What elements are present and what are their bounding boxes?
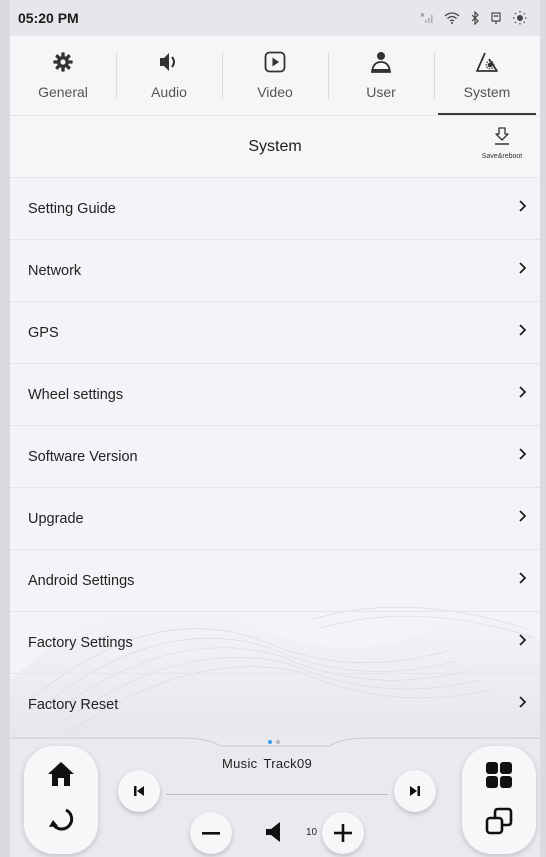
menu-item-label: Software Version: [28, 448, 138, 465]
tab-label: General: [38, 84, 88, 100]
previous-track-button[interactable]: [118, 770, 160, 812]
tab-label: Video: [257, 84, 293, 100]
status-time: 05:20 PM: [18, 10, 79, 26]
chevron-right-icon: [518, 447, 528, 466]
menu-item-network[interactable]: Network: [10, 240, 540, 302]
menu-item-label: Factory Reset: [28, 696, 119, 713]
now-playing: Music Track09: [222, 756, 318, 771]
volume-level: 10: [306, 827, 318, 838]
play-icon: [264, 51, 286, 78]
bottom-dock: Music Track09 10: [10, 736, 540, 857]
menu-item-label: Factory Settings: [28, 634, 133, 651]
usb-icon: [490, 11, 502, 25]
volume-icon: [264, 821, 284, 848]
user-icon: [370, 51, 392, 78]
track-progress-bar[interactable]: [166, 794, 388, 795]
status-icons: ×: [420, 10, 528, 26]
next-track-button[interactable]: [394, 770, 436, 812]
menu-item-gps[interactable]: GPS: [10, 302, 540, 364]
section-header: System Save&reboot: [10, 116, 540, 178]
system-menu-list: Setting Guide Network GPS Wheel settings…: [10, 178, 540, 736]
multitask-icon[interactable]: [484, 806, 514, 841]
tab-general[interactable]: General: [10, 36, 116, 115]
apps-grid-icon[interactable]: [484, 760, 514, 795]
chevron-right-icon: [518, 695, 528, 714]
page-indicator: [268, 740, 280, 744]
menu-item-upgrade[interactable]: Upgrade: [10, 488, 540, 550]
menu-item-label: Setting Guide: [28, 200, 116, 217]
chevron-right-icon: [518, 509, 528, 528]
menu-item-factory-reset[interactable]: Factory Reset: [10, 674, 540, 736]
menu-item-label: Android Settings: [28, 572, 135, 589]
chevron-right-icon: [518, 323, 528, 342]
tab-system[interactable]: System: [434, 36, 540, 115]
app-frame: 05:20 PM × General Audio Video User Syst…: [10, 0, 540, 857]
media-source: Music: [222, 756, 258, 771]
volume-down-button[interactable]: [190, 812, 232, 854]
menu-item-label: GPS: [28, 324, 59, 341]
save-reboot-label: Save&reboot: [481, 153, 523, 160]
back-icon[interactable]: [46, 805, 76, 840]
tab-label: Audio: [151, 84, 187, 100]
chevron-right-icon: [518, 571, 528, 590]
menu-item-android-settings[interactable]: Android Settings: [10, 550, 540, 612]
tab-audio[interactable]: Audio: [116, 36, 222, 115]
menu-item-software-version[interactable]: Software Version: [10, 426, 540, 488]
tab-user[interactable]: User: [328, 36, 434, 115]
chevron-right-icon: [518, 261, 528, 280]
gear-icon: [52, 51, 74, 78]
menu-item-label: Wheel settings: [28, 386, 124, 403]
tab-label: User: [366, 84, 396, 100]
menu-item-label: Upgrade: [28, 510, 84, 527]
track-title: Track09: [263, 756, 313, 771]
menu-item-label: Network: [28, 262, 82, 279]
signal-off-icon: ×: [420, 12, 434, 24]
left-nav-pill: [24, 746, 98, 854]
chevron-right-icon: [518, 385, 528, 404]
download-icon: [493, 126, 511, 151]
chevron-right-icon: [518, 633, 528, 652]
tab-video[interactable]: Video: [222, 36, 328, 115]
settings-tabs: General Audio Video User System: [10, 36, 540, 116]
right-nav-pill: [462, 746, 536, 854]
status-bar: 05:20 PM ×: [10, 0, 540, 36]
menu-item-wheel-settings[interactable]: Wheel settings: [10, 364, 540, 426]
tab-label: System: [463, 84, 511, 100]
save-reboot-button[interactable]: Save&reboot: [472, 126, 532, 160]
volume-up-button[interactable]: [322, 812, 364, 854]
system-icon: [475, 51, 499, 78]
speaker-icon: [157, 51, 181, 78]
page-dot: [276, 740, 280, 744]
wifi-icon: [444, 12, 460, 24]
menu-item-setting-guide[interactable]: Setting Guide: [10, 178, 540, 240]
page-title: System: [248, 137, 302, 155]
page-dot-active: [268, 740, 272, 744]
svg-text:×: ×: [420, 12, 425, 19]
home-icon[interactable]: [46, 760, 76, 793]
menu-item-factory-settings[interactable]: Factory Settings: [10, 612, 540, 674]
bluetooth-icon: [470, 11, 480, 25]
chevron-right-icon: [518, 199, 528, 218]
brightness-icon: [512, 10, 528, 26]
